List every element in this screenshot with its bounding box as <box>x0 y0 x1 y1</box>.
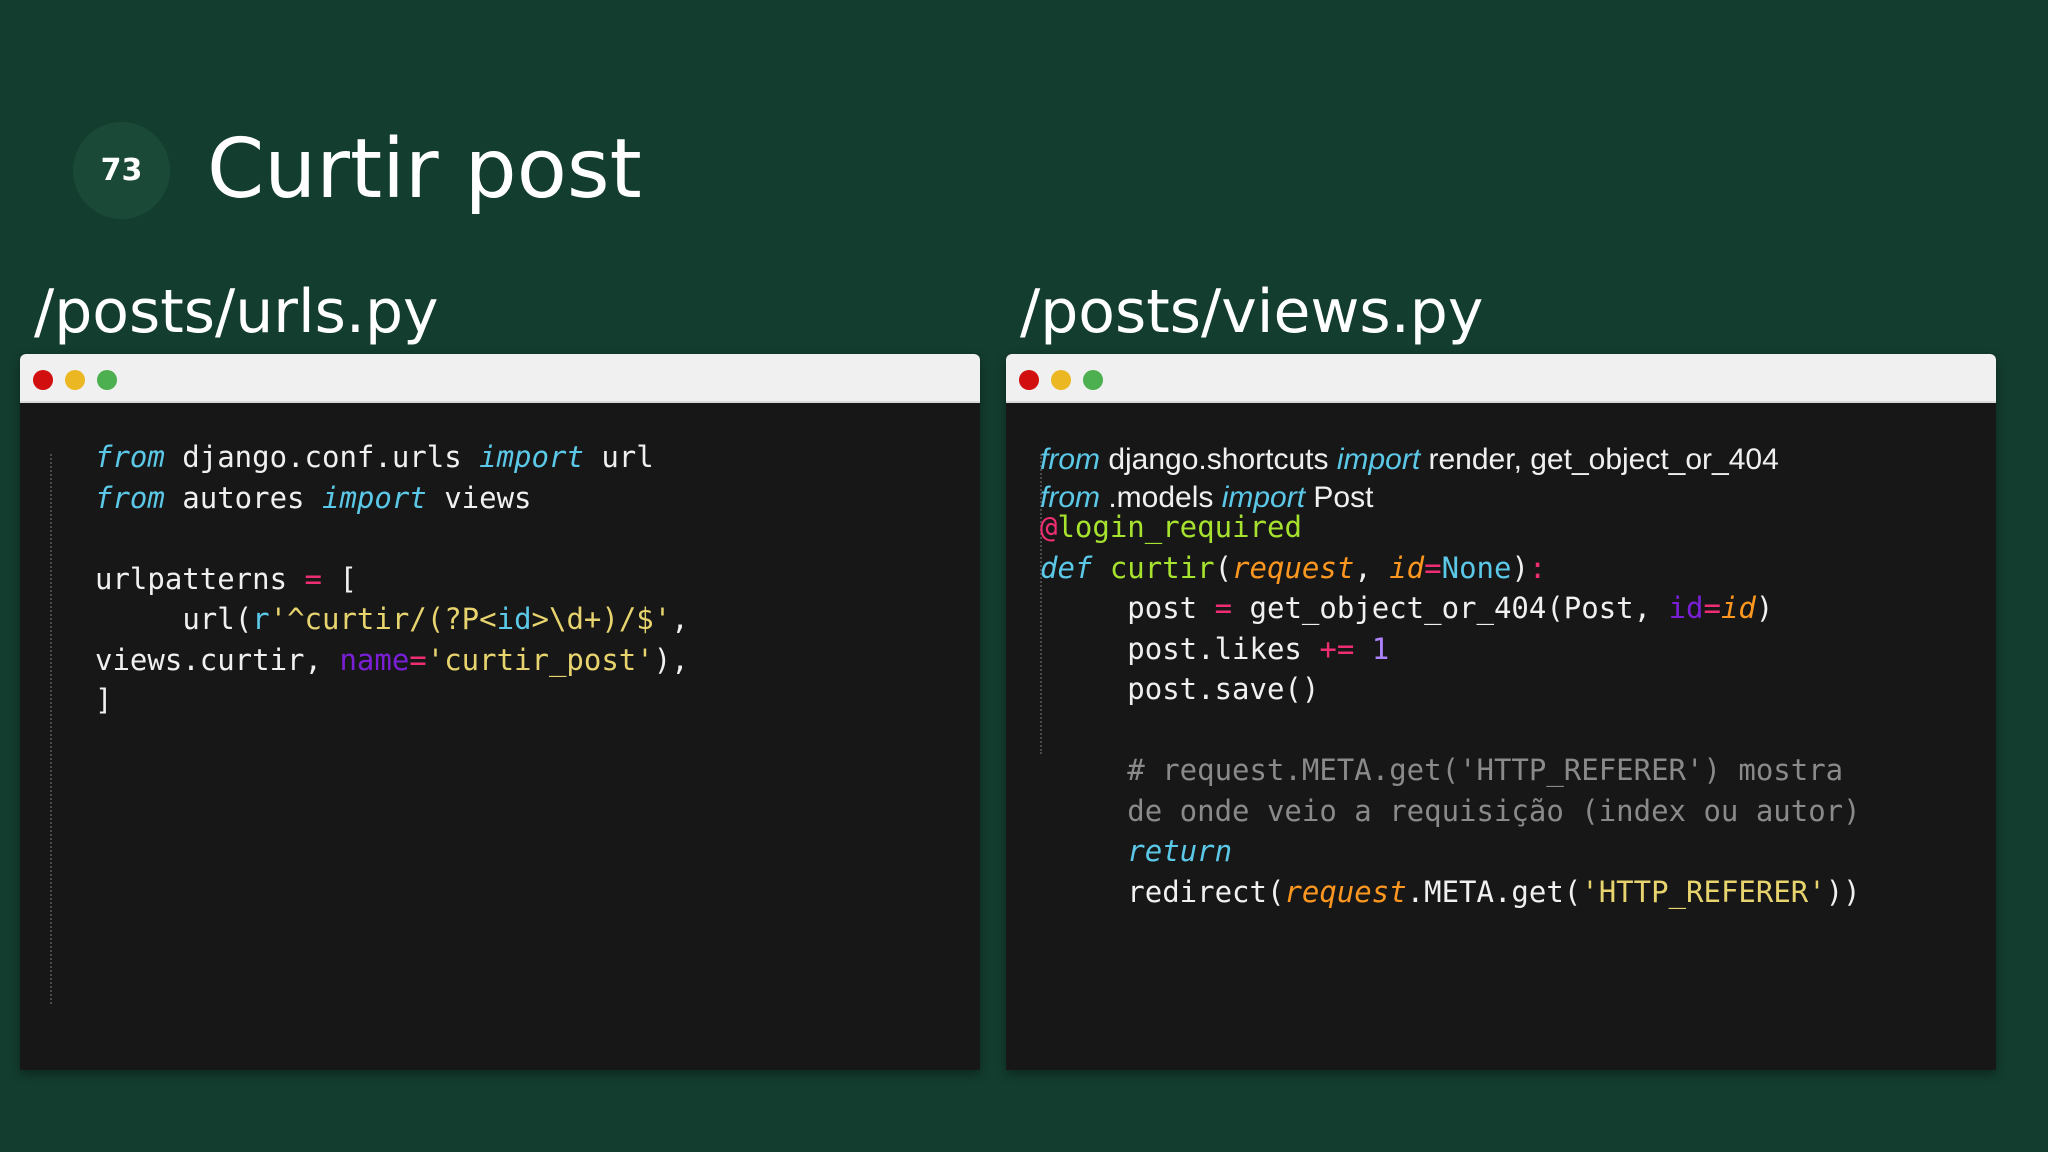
minimize-dot-icon <box>1051 370 1071 390</box>
code-line-post: post = get_object_or_404(Post, id=id) <box>1040 591 1773 625</box>
slide-number: 73 <box>100 153 143 188</box>
operator: = <box>1214 591 1233 625</box>
minimize-dot-icon <box>65 370 85 390</box>
parameter-request: request <box>1284 874 1407 909</box>
imported-names: render, get_object_or_404 <box>1420 443 1779 476</box>
module-name: autores <box>164 480 322 515</box>
window-titlebar <box>20 354 980 403</box>
decorator-name: login_required <box>1057 510 1302 544</box>
number-literal: 1 <box>1371 631 1390 666</box>
regex-string: >\d+)/$' <box>531 602 672 636</box>
views-imports: from django.shortcuts import render, get… <box>1040 441 1779 517</box>
slide-number-badge: 73 <box>73 122 170 219</box>
operator: = <box>1703 591 1721 625</box>
views-code-block: @login_required def curtir(request, id=N… <box>1040 507 1861 912</box>
code-line-2: from autores import views <box>95 481 532 515</box>
method-call: .META.get( <box>1406 874 1582 909</box>
operator: = <box>304 561 322 596</box>
urls-code-window: from django.conf.urls import url from au… <box>20 354 980 1070</box>
keyword-import: import <box>1336 443 1421 476</box>
attribute-likes: post.likes <box>1040 631 1320 666</box>
comment-line-2: de onde veio a requisição (index ou auto… <box>1040 793 1861 828</box>
imported-name: views <box>426 480 532 515</box>
views-file-title: /posts/views.py <box>1020 277 1484 347</box>
module-name: django.shortcuts <box>1100 443 1337 476</box>
keyword-import: import <box>479 440 584 474</box>
function-call: get_object_or_404(Post, <box>1232 591 1669 625</box>
variable-post: post <box>1040 591 1215 625</box>
function-call: url( <box>182 602 253 636</box>
keyword-argument: id <box>1668 591 1704 625</box>
import-line-1: from django.shortcuts import render, get… <box>1040 441 1779 479</box>
maximize-dot-icon <box>97 370 117 390</box>
close-dot-icon <box>1019 370 1039 390</box>
operator: += <box>1319 631 1355 666</box>
view-reference: views.curtir, <box>95 642 340 677</box>
regex-group-name: id <box>496 602 532 636</box>
close-paren: )) <box>1825 874 1861 909</box>
code-line-4: urlpatterns = [ <box>95 562 357 596</box>
keyword-from: from <box>95 440 165 474</box>
keyword-def: def <box>1040 550 1093 585</box>
keyword-argument: name <box>339 642 410 677</box>
parameter-request: request <box>1232 550 1355 585</box>
code-line-7: ] <box>95 683 113 717</box>
code-line-5: url(r'^curtir/(?P<id>\d+)/$', <box>95 602 689 636</box>
decorator-at: @ <box>1040 510 1058 544</box>
module-name: django.conf.urls <box>164 440 480 474</box>
keyword-return: return <box>1127 834 1233 868</box>
separator: , <box>1354 550 1390 585</box>
bracket: [ <box>321 561 357 596</box>
code-line-likes: post.likes += 1 <box>1040 632 1389 666</box>
variable-name: urlpatterns <box>95 561 305 596</box>
operator: = <box>409 642 427 677</box>
argument-value: id <box>1720 591 1756 625</box>
code-line-1: from django.conf.urls import url <box>95 440 654 474</box>
imported-name: url <box>583 440 654 474</box>
urls-code-block: from django.conf.urls import url from au… <box>95 437 689 721</box>
code-gutter <box>50 454 52 1004</box>
function-call: redirect( <box>1040 874 1285 909</box>
closing-paren: ), <box>653 642 689 677</box>
redirect-line: redirect(request.META.get('HTTP_REFERER'… <box>1040 874 1861 909</box>
close-dot-icon <box>33 370 53 390</box>
urls-file-title: /posts/urls.py <box>34 277 439 347</box>
close-paren: ) <box>1511 550 1529 585</box>
views-code-window: from django.shortcuts import render, get… <box>1006 354 1996 1070</box>
maximize-dot-icon <box>1083 370 1103 390</box>
comma: , <box>671 602 689 636</box>
parameter-id: id <box>1389 550 1425 585</box>
function-name: curtir <box>1092 550 1215 585</box>
colon: : <box>1528 550 1547 585</box>
def-line: def curtir(request, id=None): <box>1040 551 1546 585</box>
code-line-6: views.curtir, name='curtir_post'), <box>95 643 689 677</box>
keyword-from: from <box>1040 443 1100 476</box>
close-paren: ) <box>1755 591 1774 625</box>
open-paren: ( <box>1214 550 1233 585</box>
none-constant: None <box>1441 550 1512 585</box>
keyword-import: import <box>321 480 427 515</box>
operator: = <box>1424 550 1442 585</box>
string-prefix: r <box>252 602 270 636</box>
decorator-line: @login_required <box>1040 510 1302 544</box>
slide-title: Curtir post <box>207 122 642 217</box>
window-titlebar <box>1006 354 1996 403</box>
keyword-from: from <box>95 480 165 515</box>
return-line: return <box>1040 834 1232 868</box>
string-literal: 'HTTP_REFERER' <box>1581 874 1826 909</box>
regex-string: '^curtir/(?P< <box>269 602 497 636</box>
string-literal: 'curtir_post' <box>426 642 654 677</box>
comment-line-1: # request.META.get('HTTP_REFERER') mostr… <box>1040 753 1844 787</box>
code-line-save: post.save() <box>1040 672 1320 706</box>
